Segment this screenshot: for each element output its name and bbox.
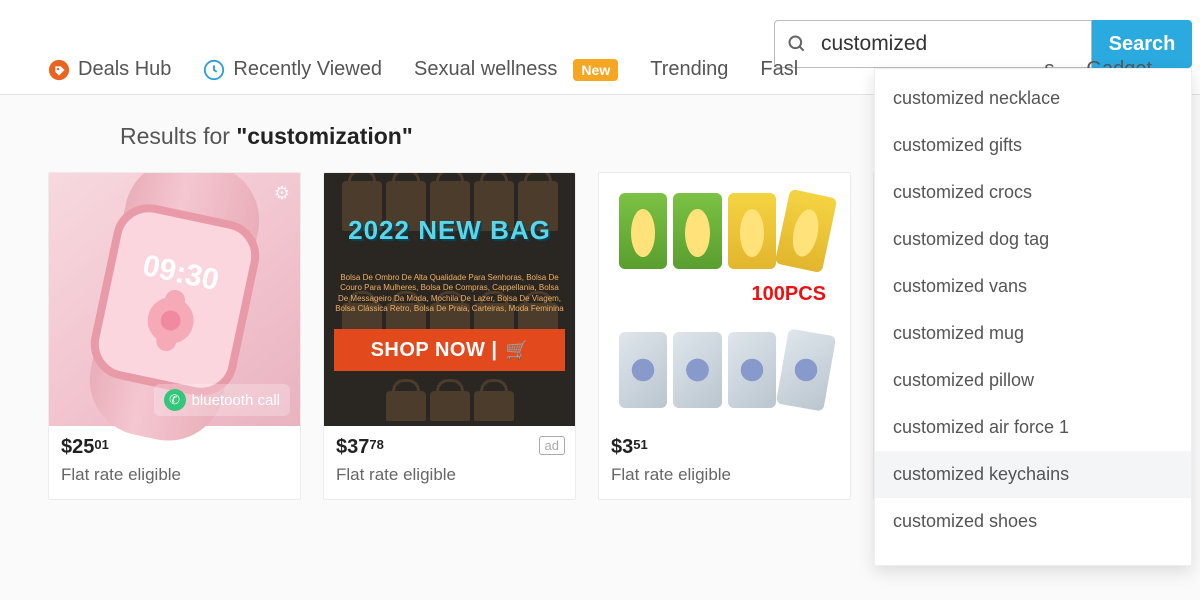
product-image: 09:30 ⚙ ✆ bluetooth call	[49, 173, 300, 426]
shipping-label: Flat rate eligible	[611, 465, 838, 485]
results-query: "customization"	[236, 123, 412, 149]
ad-badge: ad	[539, 436, 565, 455]
suggestion-item[interactable]: customized dog tag	[875, 216, 1191, 263]
nav-label: Deals Hub	[78, 58, 171, 81]
product-price: $2501	[61, 436, 288, 459]
product-card[interactable]: 09:30 ⚙ ✆ bluetooth call $2501 Flat rate…	[48, 172, 301, 500]
product-card[interactable]: 2022 NEW BAG Bolsa De Ombro De Alta Qual…	[323, 172, 576, 500]
product-image: 2022 NEW BAG Bolsa De Ombro De Alta Qual…	[324, 173, 575, 426]
nav-fashion-partial[interactable]: Fasl	[760, 58, 798, 81]
suggestion-item[interactable]: customized necklace	[875, 75, 1191, 122]
suggestion-item[interactable]: customized shoes	[875, 498, 1191, 545]
shipping-label: Flat rate eligible	[61, 465, 288, 485]
results-prefix: Results for	[120, 123, 236, 149]
product-price: $3778	[336, 436, 563, 459]
shop-now-overlay: SHOP NOW |🛒	[334, 329, 565, 371]
cart-icon: 🛒	[505, 340, 528, 361]
banner-text: 2022 NEW BAG	[324, 215, 575, 246]
suggestion-item[interactable]: customized keychains	[875, 451, 1191, 498]
phone-icon: ✆	[164, 389, 186, 411]
suggestion-item[interactable]: customized mug	[875, 310, 1191, 357]
tag-icon	[48, 59, 70, 81]
nav-label: Sexual wellness	[414, 58, 557, 81]
gear-icon: ⚙	[274, 183, 290, 204]
new-badge: New	[573, 59, 618, 81]
qty-overlay: 100PCS	[752, 283, 827, 306]
nav-recently-viewed[interactable]: Recently Viewed	[203, 58, 382, 81]
suggestion-item[interactable]: customized pillow	[875, 357, 1191, 404]
banner-sub: Bolsa De Ombro De Alta Qualidade Para Se…	[334, 273, 565, 315]
suggestion-item[interactable]: customized gifts	[875, 122, 1191, 169]
nav-label: Fasl	[760, 58, 798, 81]
search-suggestions-dropdown: customized necklace customized gifts cus…	[874, 68, 1192, 566]
nav-label: Recently Viewed	[233, 58, 382, 81]
suggestion-item[interactable]: customized vans	[875, 263, 1191, 310]
nav-trending[interactable]: Trending	[650, 58, 728, 81]
watch-time-overlay: 09:30	[139, 248, 221, 297]
clock-icon	[203, 59, 225, 81]
product-card[interactable]: 100PCS $351 Flat rate eligible	[598, 172, 851, 500]
suggestion-item[interactable]: customized air force 1	[875, 404, 1191, 451]
shipping-label: Flat rate eligible	[336, 465, 563, 485]
product-price: $351	[611, 436, 838, 459]
suggestion-item[interactable]: customized crocs	[875, 169, 1191, 216]
nav-deals-hub[interactable]: Deals Hub	[48, 58, 171, 81]
product-image: 100PCS	[599, 173, 850, 426]
nav-sexual-wellness[interactable]: Sexual wellness New	[414, 58, 618, 81]
bt-label: bluetooth call	[192, 392, 280, 409]
bluetooth-badge: ✆ bluetooth call	[154, 384, 290, 416]
nav-label: Trending	[650, 58, 728, 81]
